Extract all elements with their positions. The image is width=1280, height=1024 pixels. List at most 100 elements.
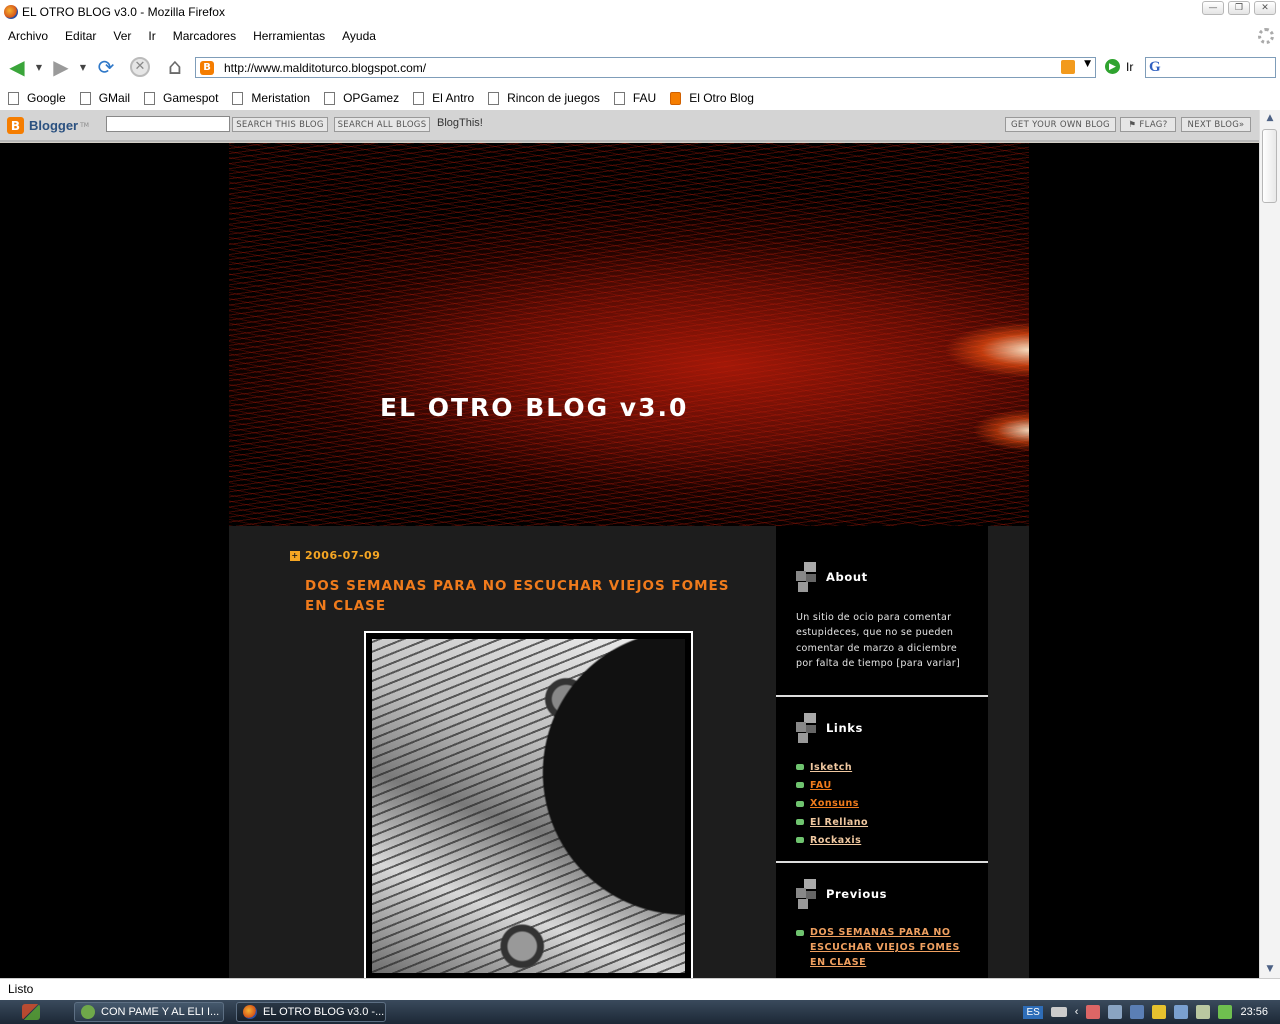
google-search-engine-icon[interactable]: G — [1149, 59, 1161, 76]
go-button[interactable]: ▶ Ir — [1105, 59, 1133, 74]
tray-app-icon[interactable] — [1086, 1005, 1101, 1019]
bookmark-opgamez[interactable]: OPGamez — [324, 91, 399, 105]
network-icon[interactable] — [1108, 1005, 1123, 1019]
link-isketch[interactable]: Isketch — [810, 762, 852, 773]
blog-search-input[interactable] — [106, 116, 230, 132]
blogger-icon — [670, 91, 682, 105]
clock[interactable]: 23:56 — [1240, 1006, 1268, 1018]
taskbar-item-firefox[interactable]: EL OTRO BLOG v3.0 -... — [236, 1002, 386, 1022]
windows-taskbar: CON PAME Y AL ELI I... EL OTRO BLOG v3.0… — [0, 1000, 1280, 1024]
url-history-dropdown-icon[interactable]: ▼ — [1084, 59, 1091, 69]
rss-feed-icon[interactable] — [1061, 60, 1075, 74]
next-blog-button[interactable]: NEXT BLOG» — [1181, 117, 1251, 132]
widget-squares-icon — [796, 879, 818, 909]
link-item: El Rellano — [796, 813, 868, 831]
menu-marcadores[interactable]: Marcadores — [173, 29, 236, 43]
page-icon — [232, 91, 244, 105]
chevron-left-icon[interactable]: ‹ — [1075, 1006, 1079, 1018]
address-bar[interactable]: B http://www.malditoturco.blogspot.com/ … — [195, 57, 1096, 78]
bookmark-google[interactable]: Google — [8, 91, 66, 105]
previous-post-link[interactable]: DOS SEMANAS PARA NO ESCUCHAR VIEJOS FOME… — [810, 925, 971, 970]
about-widget-title: About — [796, 562, 868, 592]
display-icon[interactable] — [1130, 1005, 1145, 1019]
minimize-button[interactable]: — — [1202, 1, 1224, 15]
language-indicator[interactable]: ES — [1023, 1005, 1043, 1019]
menu-ayuda[interactable]: Ayuda — [342, 29, 376, 43]
bookmark-label: OPGamez — [343, 91, 400, 105]
monitor-icon[interactable] — [1174, 1005, 1189, 1019]
bullet-icon — [796, 837, 804, 844]
home-button[interactable]: ⌂ — [163, 54, 187, 80]
blogger-logo[interactable]: B Blogger TM — [7, 117, 89, 134]
get-your-own-blog-button[interactable]: GET YOUR OWN BLOG — [1005, 117, 1116, 132]
reload-button[interactable]: ⟳ — [94, 54, 118, 80]
link-rockaxis[interactable]: Rockaxis — [810, 835, 861, 846]
previous-widget-title: Previous — [796, 879, 887, 909]
previous-post-item: DOS SEMANAS PARA NO ESCUCHAR VIEJOS FOME… — [796, 925, 971, 970]
page-icon — [488, 91, 500, 105]
bookmark-gmail[interactable]: GMail — [79, 91, 130, 105]
back-button[interactable]: ◀ — [4, 54, 30, 80]
nvidia-icon[interactable] — [1218, 1005, 1233, 1019]
speaker-icon[interactable] — [1196, 1005, 1211, 1019]
scroll-up-icon[interactable]: ▲ — [1260, 110, 1280, 127]
keyboard-icon[interactable] — [1050, 1007, 1067, 1017]
window-title: EL OTRO BLOG v3.0 - Mozilla Firefox — [22, 5, 225, 19]
blogthis-link[interactable]: BlogThis! — [437, 117, 483, 129]
start-button[interactable] — [0, 1000, 62, 1024]
widget-squares-icon — [796, 713, 818, 743]
link-item: Rockaxis — [796, 831, 868, 849]
sidebar-divider — [776, 695, 988, 697]
bookmark-el-otro-blog[interactable]: El Otro Blog — [670, 91, 754, 105]
bookmark-label: Gamespot — [163, 91, 219, 105]
menu-editar[interactable]: Editar — [65, 29, 96, 43]
bookmark-gamespot[interactable]: Gamespot — [144, 91, 218, 105]
page-icon — [413, 91, 425, 105]
page-viewport: EL OTRO BLOG v3.0 + 2006-07-09 DOS SEMAN… — [0, 143, 1259, 978]
link-item: Isketch — [796, 758, 868, 776]
post-image-piano[interactable] — [372, 639, 685, 973]
back-history-dropdown[interactable]: ▼ — [34, 54, 44, 80]
blog-title[interactable]: EL OTRO BLOG v3.0 — [380, 393, 688, 422]
bookmark-el-antro[interactable]: El Antro — [413, 91, 474, 105]
search-this-blog-button[interactable]: SEARCH THIS BLOG — [232, 117, 328, 132]
blogger-navbar: B Blogger TM SEARCH THIS BLOG SEARCH ALL… — [0, 110, 1259, 142]
bookmark-meristation[interactable]: Meristation — [232, 91, 310, 105]
warning-icon[interactable] — [1152, 1005, 1167, 1019]
flag-label: FLAG? — [1139, 119, 1168, 130]
url-text: http://www.malditoturco.blogspot.com/ — [224, 60, 427, 75]
taskbar-item-chat[interactable]: CON PAME Y AL ELI I... — [74, 1002, 224, 1022]
stop-icon: ✕ — [130, 57, 150, 77]
scroll-down-icon[interactable]: ▼ — [1260, 961, 1280, 978]
blogger-logo-text: Blogger — [29, 118, 79, 133]
menu-ver[interactable]: Ver — [113, 29, 131, 43]
close-button[interactable]: ✕ — [1254, 1, 1276, 15]
widget-squares-icon — [796, 562, 818, 592]
bookmark-label: FAU — [632, 91, 657, 105]
link-xonsuns[interactable]: Xonsuns — [810, 798, 859, 809]
maximize-button[interactable]: ❐ — [1228, 1, 1250, 15]
post-date-text: 2006-07-09 — [305, 549, 381, 562]
bookmark-rincon-de-juegos[interactable]: Rincon de juegos — [488, 91, 600, 105]
forward-history-dropdown[interactable]: ▼ — [78, 54, 88, 80]
menu-archivo[interactable]: Archivo — [8, 29, 48, 43]
link-fau[interactable]: FAU — [810, 780, 832, 791]
status-text: Listo — [8, 982, 34, 996]
bookmarks-toolbar: Google GMail Gamespot Meristation OPGame… — [0, 86, 1280, 110]
bookmark-label: Rincon de juegos — [507, 91, 600, 105]
blogger-favicon-icon: B — [200, 60, 214, 75]
flag-button[interactable]: ⚑ FLAG? — [1120, 117, 1176, 132]
menu-ir[interactable]: Ir — [148, 29, 155, 43]
search-input[interactable]: G — [1145, 57, 1276, 78]
stop-button[interactable]: ✕ — [128, 54, 152, 80]
taskbar-item-label: CON PAME Y AL ELI I... — [101, 1006, 220, 1018]
vertical-scrollbar[interactable]: ▲ ▼ — [1259, 110, 1280, 978]
menu-herramientas[interactable]: Herramientas — [253, 29, 325, 43]
bookmark-fau[interactable]: FAU — [613, 91, 657, 105]
forward-button[interactable]: ▶ — [48, 54, 74, 80]
chevron-down-icon: ▼ — [35, 62, 43, 72]
link-el-rellano[interactable]: El Rellano — [810, 817, 868, 828]
scrollbar-thumb[interactable] — [1262, 129, 1277, 203]
search-all-blogs-button[interactable]: SEARCH ALL BLOGS — [334, 117, 430, 132]
post-title[interactable]: DOS SEMANAS PARA NO ESCUCHAR VIEJOS FOME… — [305, 576, 755, 616]
